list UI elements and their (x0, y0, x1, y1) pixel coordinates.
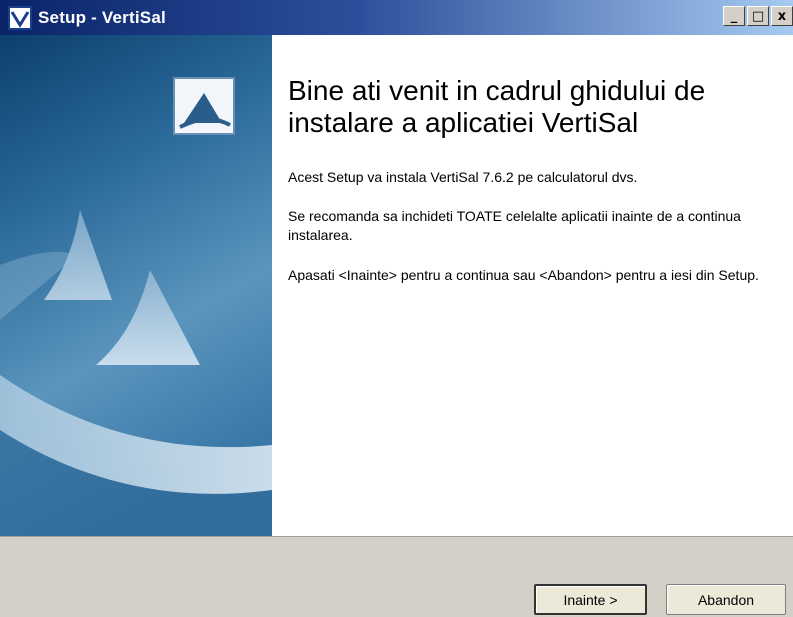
title-bar[interactable]: Setup - VertiSal _ □ x (0, 0, 793, 35)
window-title: Setup - VertiSal (38, 7, 166, 27)
maximize-button[interactable]: □ (747, 6, 769, 26)
window-controls: _ □ x (723, 6, 793, 26)
next-button[interactable]: Inainte > (534, 584, 647, 615)
intro-text: Acest Setup va instala VertiSal 7.6.2 pe… (288, 169, 638, 185)
app-icon (8, 5, 32, 30)
recommendation-text: Se recomanda sa inchideti TOATE celelalt… (288, 208, 741, 243)
banner-artwork (0, 35, 272, 536)
close-button[interactable]: x (771, 6, 793, 26)
wizard-banner-image (0, 35, 272, 536)
instruction-text: Apasati <Inainte> pentru a continua sau … (288, 267, 759, 283)
welcome-panel: Bine ati venit in cadrul ghidului de ins… (272, 35, 793, 536)
cancel-button[interactable]: Abandon (666, 584, 786, 615)
page-title: Bine ati venit in cadrul ghidului de ins… (288, 75, 706, 138)
minimize-button[interactable]: _ (723, 6, 745, 26)
button-bar: Inainte > Abandon (0, 536, 793, 617)
